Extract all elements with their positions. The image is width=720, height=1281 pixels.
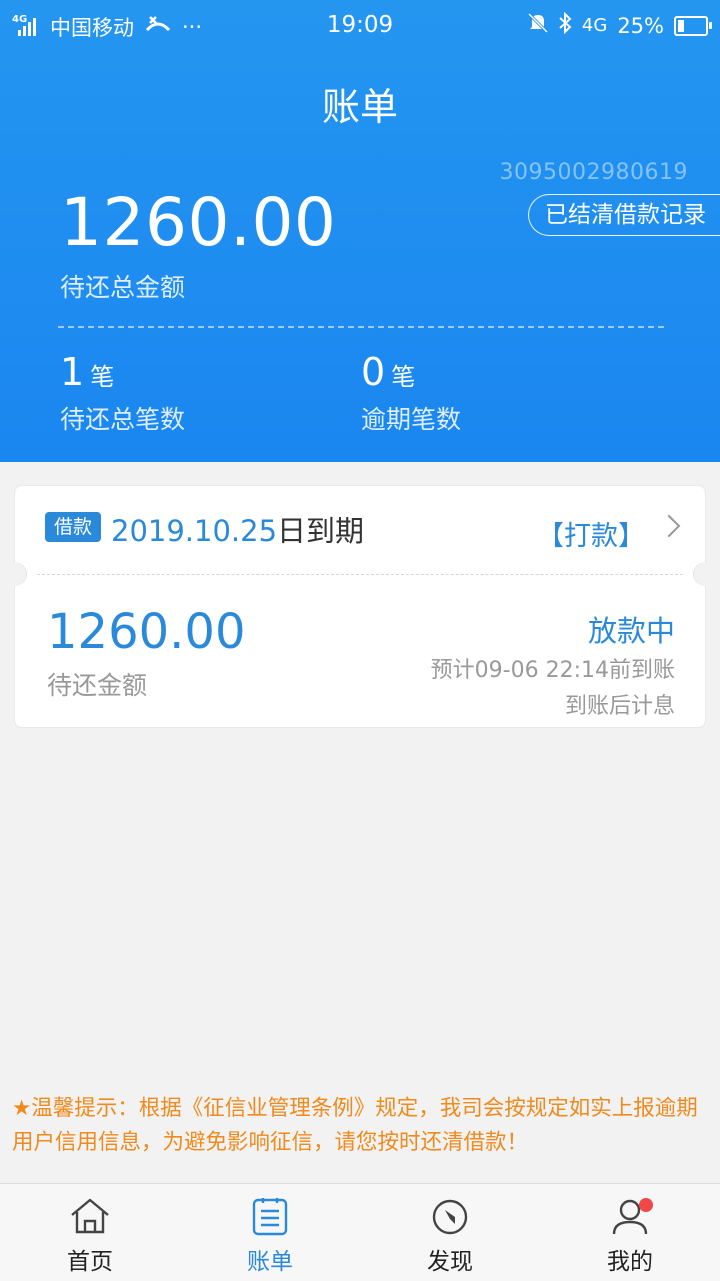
card-notch-left — [2, 562, 27, 586]
arrival-estimate: 预计09-06 22:14前到账 — [430, 658, 675, 683]
total-due-label: 待还总金额 — [60, 273, 186, 302]
bottom-tab-bar: 首页 账单 发现 我的 — [0, 1183, 720, 1281]
card-divider — [37, 574, 683, 575]
interest-note: 到账后计息 — [564, 694, 675, 719]
tab-bill[interactable]: 账单 — [210, 1196, 330, 1276]
compass-icon — [432, 1199, 468, 1235]
chevron-right-icon[interactable] — [657, 514, 681, 538]
overdue-count: 0笔 逾期笔数 — [361, 350, 461, 436]
pending-count-value: 1 — [60, 350, 85, 394]
battery-percent: 25% — [617, 13, 664, 38]
due-date-line: 2019.10.25日到期 — [111, 508, 364, 550]
tab-mine[interactable]: 我的 — [570, 1196, 690, 1276]
tab-home-label: 首页 — [67, 1249, 113, 1275]
notification-dot — [639, 1198, 653, 1212]
loan-status: 放款中 — [587, 614, 675, 648]
due-date: 2019.10.25 — [111, 514, 278, 548]
mute-icon — [527, 12, 548, 39]
tab-bill-label: 账单 — [247, 1249, 293, 1275]
tab-discover[interactable]: 发现 — [390, 1196, 510, 1276]
tab-discover-label: 发现 — [427, 1249, 473, 1275]
tab-home[interactable]: 首页 — [30, 1196, 150, 1276]
tab-mine-label: 我的 — [607, 1249, 653, 1275]
home-icon — [71, 1198, 109, 1234]
pending-count: 1笔 待还总笔数 — [60, 350, 185, 436]
credit-warning-tip: ★温馨提示：根据《征信业管理条例》规定，我司会按规定如实上报逾期用户信用信息，为… — [12, 1096, 698, 1155]
overdue-count-label: 逾期笔数 — [361, 405, 462, 434]
status-bar: 4G 中国移动 ··· 19:09 4G 25% — [0, 0, 720, 52]
pending-count-unit: 笔 — [90, 363, 115, 391]
divider — [58, 326, 664, 328]
battery-icon — [674, 15, 712, 36]
header-panel: 4G 中国移动 ··· 19:09 4G 25% 账单 309500298061… — [0, 0, 720, 462]
bill-icon — [252, 1198, 288, 1236]
bill-amount: 1260.00 — [47, 604, 246, 660]
pending-count-label: 待还总笔数 — [60, 405, 186, 434]
bill-amount-label: 待还金额 — [47, 671, 148, 700]
total-due-amount: 1260.00 — [60, 184, 337, 261]
overdue-count-value: 0 — [361, 350, 386, 394]
card-notch-right — [693, 562, 718, 586]
due-suffix: 日到期 — [277, 514, 365, 548]
payout-link[interactable]: 【打款】 — [537, 514, 645, 553]
bill-card[interactable]: 借款 2019.10.25日到期 【打款】 1260.00 待还金额 放款中 预… — [2, 485, 718, 728]
settled-loans-button[interactable]: 已结清借款记录 — [528, 194, 720, 236]
overdue-count-unit: 笔 — [391, 363, 416, 391]
account-number: 3095002980619 — [499, 160, 688, 185]
loan-tag: 借款 — [45, 512, 102, 542]
bluetooth-icon — [558, 11, 572, 39]
network-type: 4G — [581, 15, 608, 36]
page-title: 账单 — [321, 85, 398, 129]
